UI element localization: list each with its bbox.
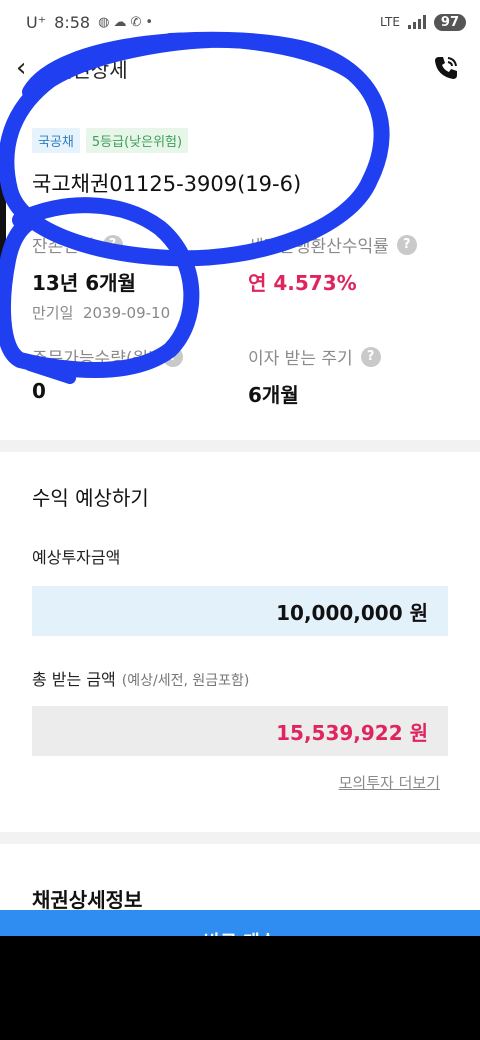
- maturity-date-label: 만기일: [32, 304, 74, 322]
- mock-investment-link[interactable]: 모의투자 더보기: [339, 772, 440, 793]
- yield-label: 세전은행환산수익률: [248, 237, 389, 257]
- edge-handle: [0, 170, 6, 320]
- status-time: 8:58: [54, 12, 91, 32]
- total-amount-label: 총 받는 금액: [32, 670, 116, 689]
- status-bar: U⁺ 8:58 ◍ ☁ ✆ • LTE 97: [0, 0, 480, 44]
- interest-cycle-label: 이자 받는 주기: [248, 349, 353, 369]
- yield-stat: 세전은행환산수익률 ? 연 4.573%: [248, 232, 417, 296]
- notification-icons: ◍ ☁ ✆ •: [98, 15, 153, 30]
- status-right: LTE 97: [379, 13, 466, 31]
- wifi-calling-icon: ✆: [130, 14, 142, 30]
- detail-title: 채권상세정보: [32, 888, 143, 912]
- carrier-label: U⁺: [26, 12, 47, 32]
- yield-value: 연 4.573%: [248, 271, 357, 295]
- back-arrow-icon[interactable]: ‹: [16, 50, 52, 86]
- invest-amount-input[interactable]: 10,000,000 원: [32, 586, 448, 636]
- buy-button-label: 바로 매수: [204, 928, 277, 936]
- total-amount-value: 15,539,922 원: [32, 706, 448, 756]
- cloud-icon: ☁: [113, 14, 127, 30]
- top-app-bar: ‹ 채권상세: [0, 44, 480, 92]
- bond-name: 국고채권01125-3909(19-6): [32, 172, 302, 196]
- interest-cycle-stat: 이자 받는 주기 ? 6개월: [248, 344, 381, 408]
- signal-icon: [407, 15, 426, 29]
- help-icon[interactable]: ?: [396, 234, 417, 255]
- interest-cycle-value: 6개월: [248, 383, 299, 407]
- category-tag: 국공채: [32, 128, 80, 153]
- phone-call-icon[interactable]: [428, 50, 464, 86]
- invest-amount-label: 예상투자금액: [32, 548, 121, 567]
- help-icon[interactable]: ?: [102, 234, 123, 255]
- network-label: LTE: [379, 15, 400, 29]
- total-amount-note: (예상/세전, 원금포함): [121, 673, 250, 689]
- maturity-date-row: 만기일 2039-09-10: [32, 302, 170, 323]
- help-icon[interactable]: ?: [360, 346, 381, 367]
- remaining-maturity-value: 13년 6개월: [32, 271, 136, 295]
- bond-tags: 국공채 5등급(낮은위험): [32, 128, 189, 153]
- battery-badge: 97: [433, 13, 466, 31]
- dot-icon: •: [145, 14, 154, 30]
- help-icon[interactable]: ?: [162, 346, 183, 367]
- risk-grade-tag: 5등급(낮은위험): [85, 128, 189, 153]
- order-quantity-label: 주문가능수량(원): [32, 349, 155, 369]
- bond-summary-card: 국공채 5등급(낮은위험) 국고채권01125-3909(19-6) 잔존만기 …: [0, 92, 480, 440]
- buy-button[interactable]: 바로 매수: [0, 910, 480, 936]
- order-quantity-stat: 주문가능수량(원) ? 0: [32, 344, 183, 403]
- pill-icon: ◍: [98, 14, 110, 30]
- status-left: U⁺ 8:58 ◍ ☁ ✆ •: [26, 13, 153, 32]
- profit-estimate-section: 수익 예상하기 예상투자금액 10,000,000 원 총 받는 금액 (예상/세…: [0, 452, 480, 832]
- app-screen: U⁺ 8:58 ◍ ☁ ✆ • LTE 97 ‹ 채권상세 국공채 5등급(낮은…: [0, 0, 480, 936]
- remaining-maturity-stat: 잔존만기 ? 13년 6개월 만기일 2039-09-10: [32, 232, 170, 323]
- total-amount-label-row: 총 받는 금액 (예상/세전, 원금포함): [32, 666, 249, 690]
- order-quantity-value: 0: [32, 379, 46, 403]
- section-title: 수익 예상하기: [32, 486, 149, 510]
- page-title: 채권상세: [54, 57, 128, 82]
- remaining-maturity-label: 잔존만기: [32, 237, 95, 257]
- maturity-date-value: 2039-09-10: [82, 304, 171, 322]
